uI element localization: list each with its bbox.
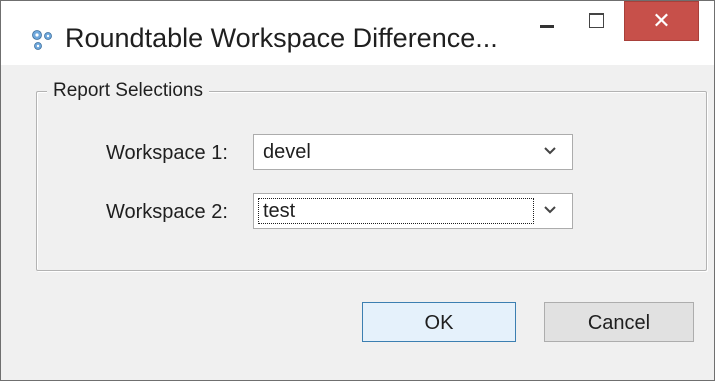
focus-rectangle [258,198,534,224]
window-title: Roundtable Workspace Difference... [65,23,498,53]
workspace1-label: Workspace 1: [106,142,228,164]
dialog-client-area: Report Selections Workspace 1: devel Wor… [12,65,712,377]
minimize-button[interactable] [526,1,570,41]
chevron-down-icon[interactable] [542,202,558,218]
workspace1-value: devel [263,141,311,163]
app-icon [32,30,52,50]
close-icon: ✕ [652,8,671,33]
maximize-button[interactable] [575,1,619,41]
maximize-icon [589,13,604,28]
ok-button[interactable]: OK [362,302,516,342]
chevron-down-icon[interactable] [542,143,558,159]
title-bar[interactable]: Roundtable Workspace Difference... ✕ [1,1,714,65]
group-title: Report Selections [47,80,209,102]
cancel-button[interactable]: Cancel [544,302,694,342]
dialog-window: Roundtable Workspace Difference... ✕ Rep… [0,0,715,381]
minimize-icon [540,25,554,28]
workspace2-label: Workspace 2: [106,201,228,223]
workspace1-combo[interactable]: devel [253,134,573,170]
close-button[interactable]: ✕ [624,1,699,41]
report-selections-group: Report Selections [36,80,707,271]
workspace2-combo[interactable]: test [253,193,573,229]
workspace2-value: test [263,200,296,222]
